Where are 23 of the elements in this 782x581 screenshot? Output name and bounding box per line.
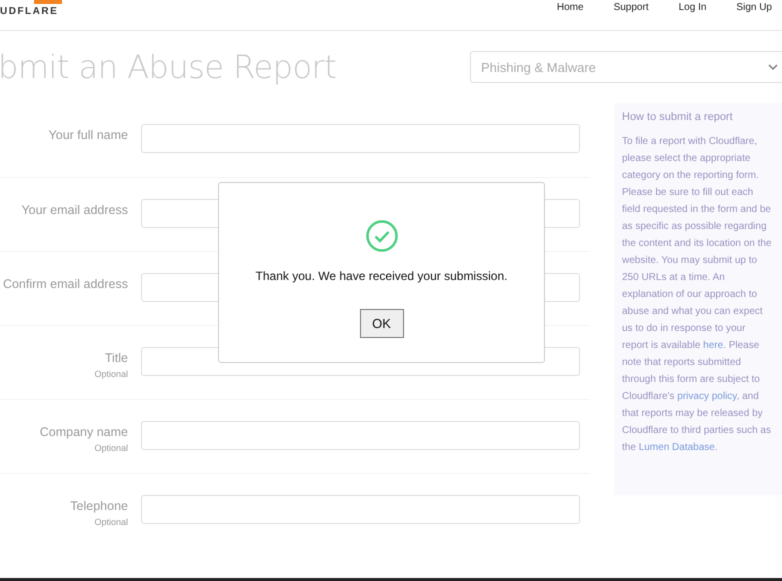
ok-button[interactable]: OK <box>360 309 404 338</box>
optional-note: Optional <box>94 369 128 379</box>
nav-link[interactable]: Support <box>614 2 649 13</box>
field-label: Telephone <box>70 499 128 513</box>
field-label: Your email address <box>21 203 128 217</box>
nav-link[interactable]: Sign Up <box>736 2 772 13</box>
input-field[interactable] <box>141 124 580 153</box>
input-field[interactable] <box>141 421 580 450</box>
optional-note: Optional <box>94 443 128 453</box>
dialog-message: Thank you. We have received your submission. <box>256 269 508 283</box>
logo-wordmark[interactable]: UDFLARE <box>0 6 58 17</box>
field-label: Company name <box>40 425 128 439</box>
checkmark-circle-icon <box>366 220 398 252</box>
nav-link[interactable]: Home <box>556 2 584 13</box>
field-label: Your full name <box>48 128 128 142</box>
help-paragraph: To file a report with Cloudflare, please select the appropriate category on the reporting form. Please be sure to fill out each field requested in the form and be as specific as possible regarding the content and its location on the website. You may submit up to 250 URLs at a time. An explanation of our approach to abuse and what you can expect us to do in response to your report is available here. Please note that reports submitted through this form are subject to Cloudflare's privacy policy, and that reports may be released by Cloudflare to third parties such as the Lumen Database. <box>622 135 773 455</box>
help-heading: How to submit a report <box>622 111 734 123</box>
field-label: Confirm email address <box>2 277 128 291</box>
optional-note: Optional <box>94 517 128 527</box>
input-field[interactable] <box>141 495 580 524</box>
field-label: Title <box>104 351 128 365</box>
chevron-down-icon <box>768 64 778 70</box>
nav-link[interactable]: Log In <box>678 2 706 13</box>
